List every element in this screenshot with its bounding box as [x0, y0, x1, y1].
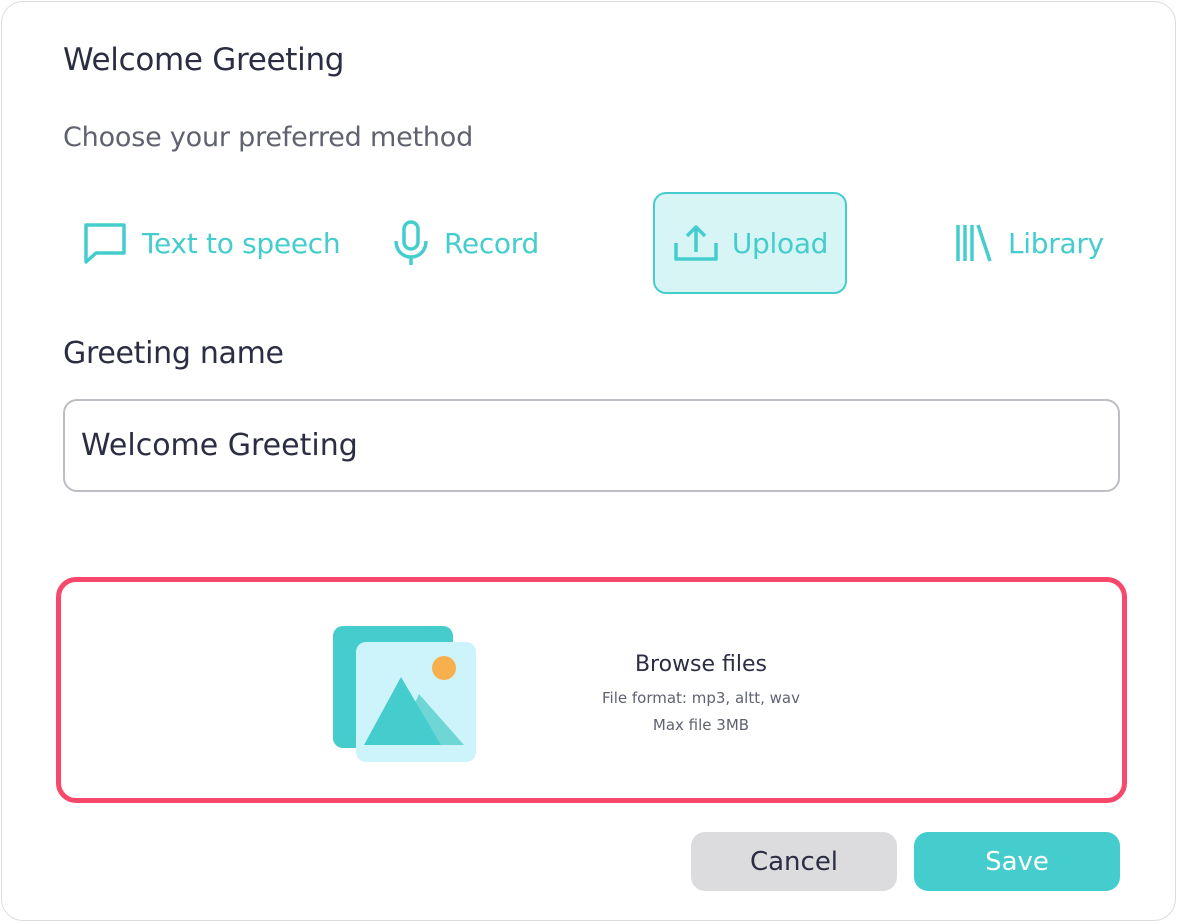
- chat-bubble-icon: [84, 223, 126, 264]
- method-label-library: Library: [1008, 226, 1104, 260]
- image-files-icon: [333, 626, 476, 762]
- dialog-title: Welcome Greeting: [63, 42, 345, 78]
- dialog-subtitle: Choose your preferred method: [63, 122, 474, 153]
- method-label-record: Record: [444, 226, 539, 260]
- browse-files-title[interactable]: Browse files: [581, 652, 821, 677]
- browse-files-text: Browse files File format: mp3, altt, wav…: [581, 652, 821, 739]
- upload-icon: [674, 225, 718, 261]
- method-library[interactable]: Library: [954, 192, 1104, 294]
- method-label-text-to-speech: Text to speech: [142, 226, 341, 260]
- method-text-to-speech[interactable]: Text to speech: [82, 192, 341, 294]
- upload-dropzone[interactable]: Browse files File format: mp3, altt, wav…: [56, 577, 1127, 803]
- method-record[interactable]: Record: [392, 192, 539, 294]
- file-format-text: File format: mp3, altt, wav: [602, 689, 800, 707]
- method-upload[interactable]: Upload: [653, 192, 847, 294]
- microphone-icon: [394, 220, 428, 265]
- save-button[interactable]: Save: [914, 832, 1120, 891]
- welcome-greeting-dialog: Welcome Greeting Choose your preferred m…: [1, 1, 1176, 921]
- cancel-button[interactable]: Cancel: [691, 832, 897, 891]
- method-label-upload: Upload: [731, 226, 829, 260]
- greeting-name-input[interactable]: [63, 399, 1120, 492]
- greeting-name-label: Greeting name: [63, 336, 284, 371]
- library-icon: [956, 224, 992, 262]
- max-file-size-text: Max file 3MB: [652, 716, 750, 734]
